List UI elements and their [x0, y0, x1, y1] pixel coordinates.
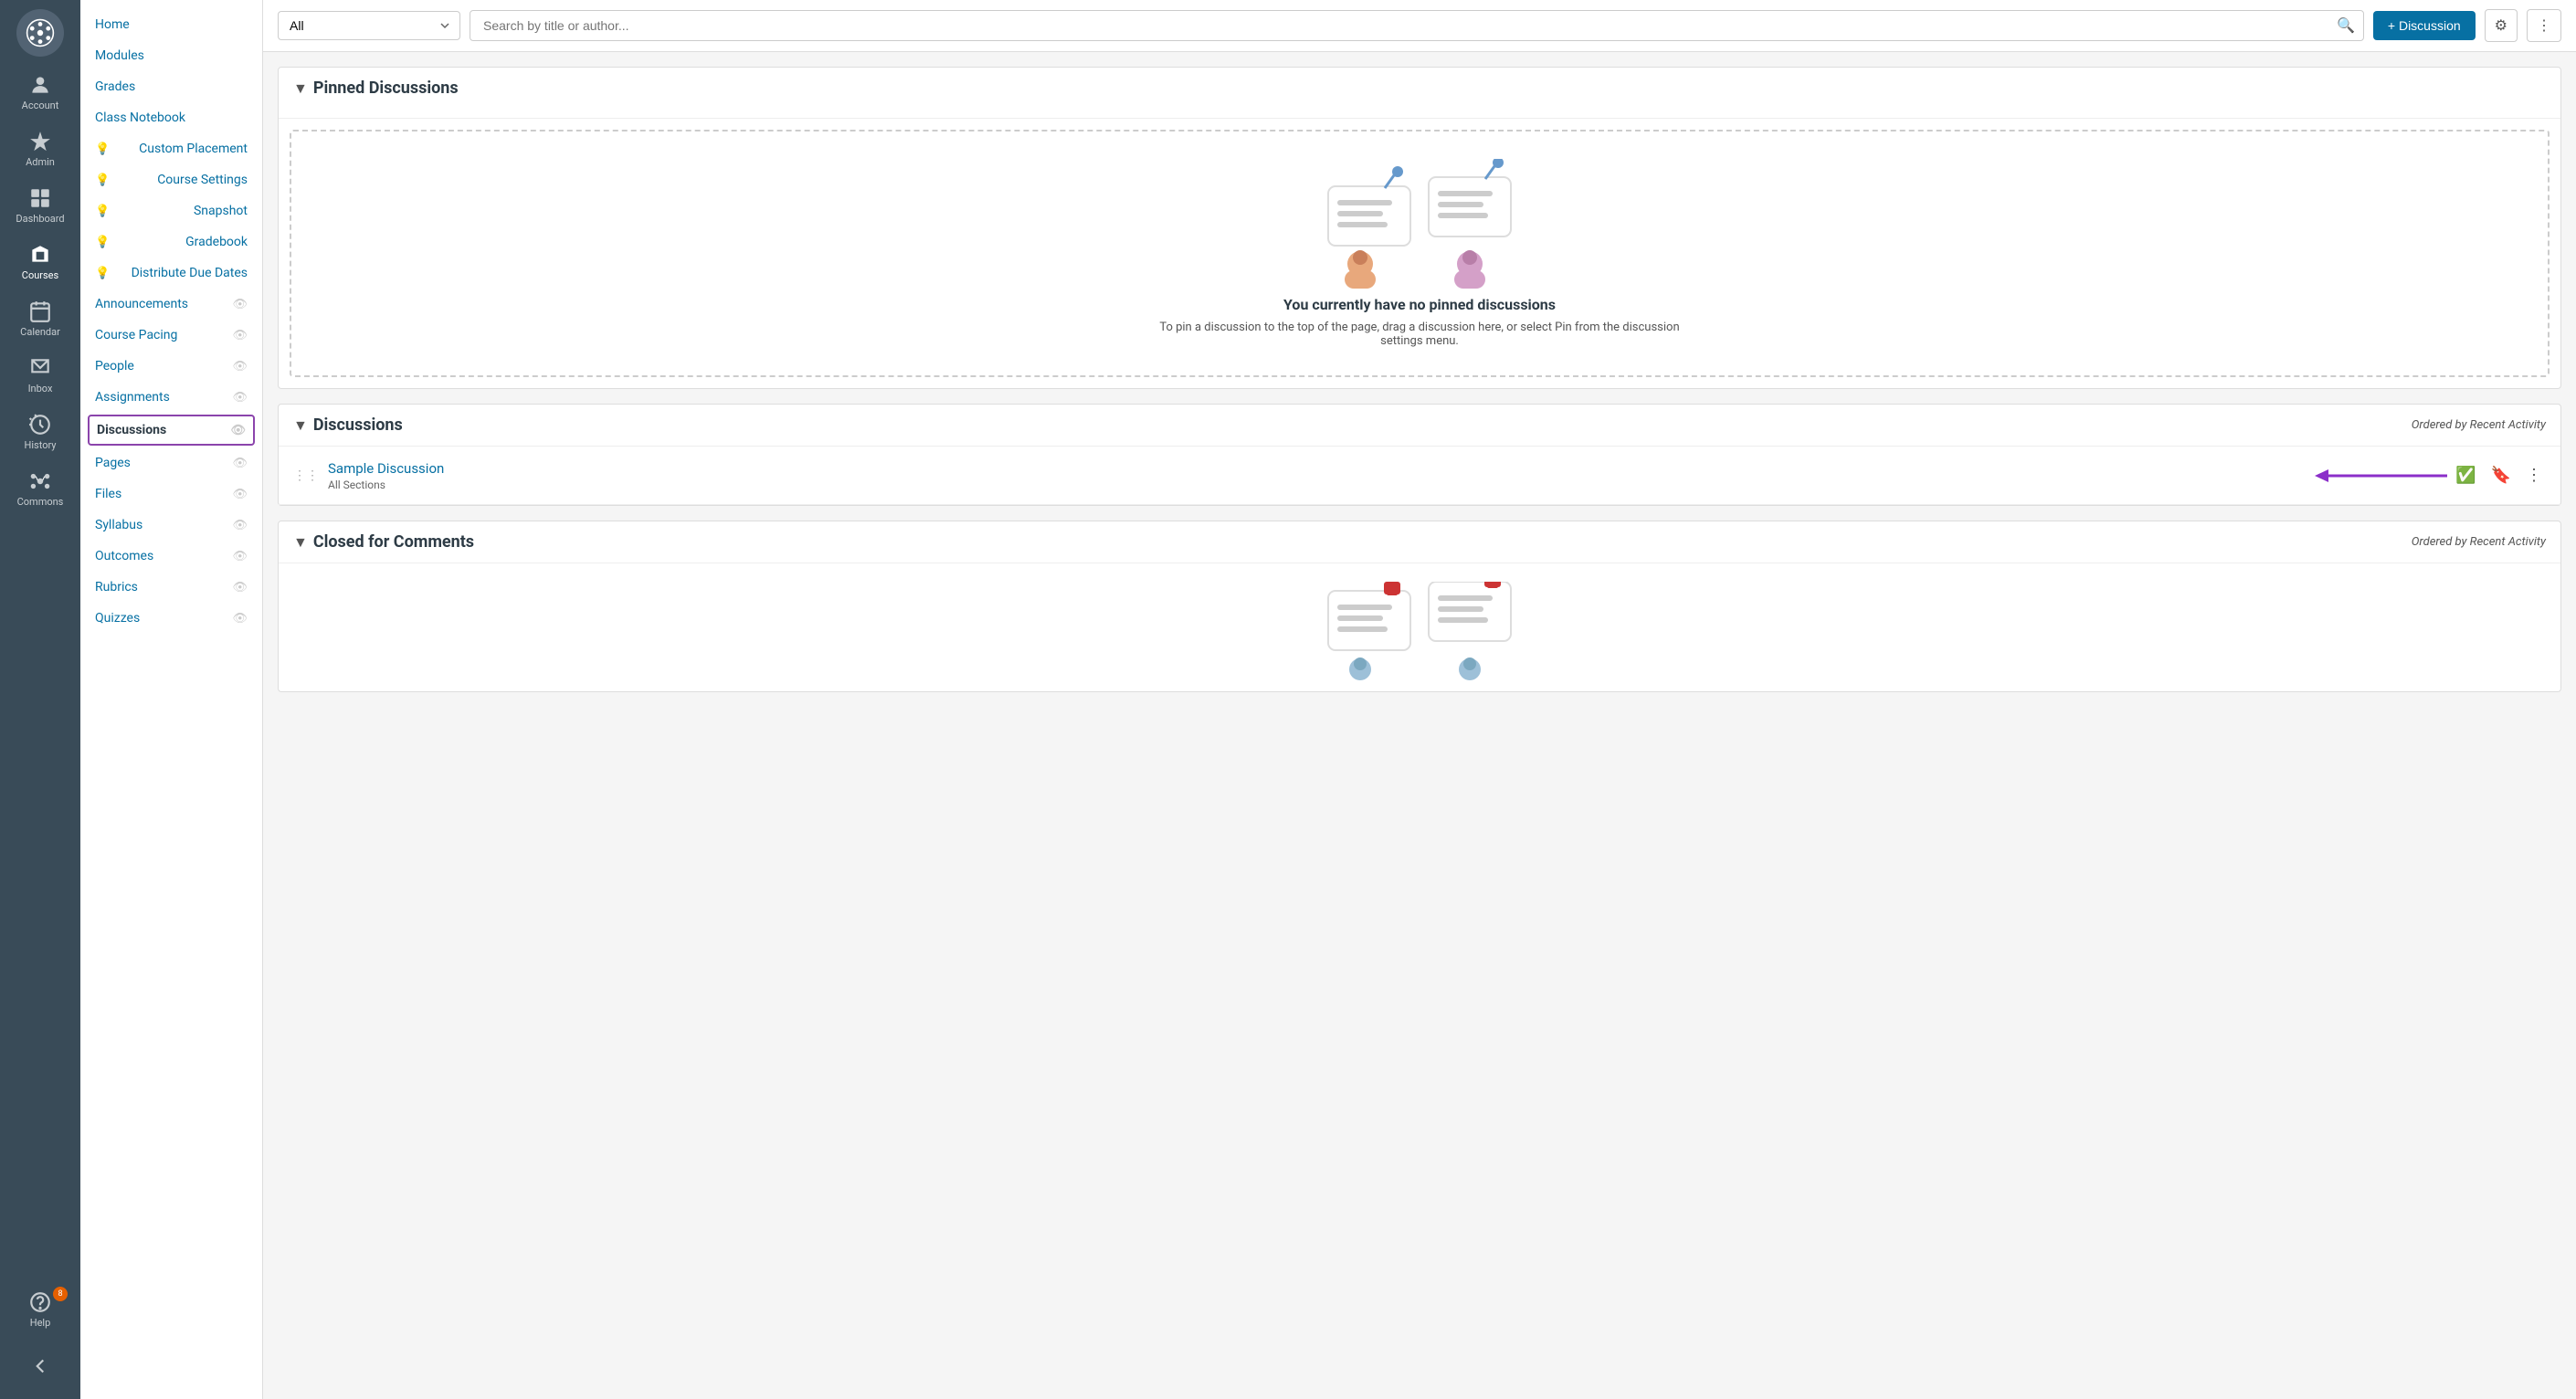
course-nav-snapshot[interactable]: 💡 Snapshot — [80, 195, 262, 226]
closed-section-header-inner: ▼ Closed for Comments — [293, 532, 474, 552]
discussion-title-link[interactable]: Sample Discussion — [328, 460, 444, 477]
discussions-toolbar: AllUnreadUngradedLockedUnpublished 🔍 + D… — [263, 0, 2576, 52]
course-nav-distribute-due-dates[interactable]: 💡 Distribute Due Dates — [80, 258, 262, 289]
global-nav-inbox-label: Inbox — [28, 383, 53, 394]
global-nav-inbox[interactable]: Inbox — [0, 347, 80, 404]
announcements-eye-icon: 👁 — [232, 298, 248, 311]
people-eye-icon: 👁 — [232, 360, 248, 373]
pinned-empty-text: To pin a discussion to the top of the pa… — [1145, 321, 1694, 348]
closed-for-comments-section: ▼ Closed for Comments Ordered by Recent … — [278, 521, 2561, 692]
course-nav-quizzes[interactable]: Quizzes 👁 — [80, 603, 262, 634]
global-nav: Account Admin Dashboard Courses Calendar… — [0, 0, 80, 1399]
discussions-chevron[interactable]: ▼ — [293, 416, 308, 435]
course-nav: Home Modules Grades Class Notebook 💡 Cus… — [80, 0, 263, 1399]
global-nav-courses[interactable]: Courses — [0, 234, 80, 290]
course-nav-gradebook[interactable]: 💡 Gradebook — [80, 226, 262, 258]
discussions-section: ▼ Discussions Ordered by Recent Activity… — [278, 404, 2561, 506]
search-container: 🔍 — [470, 10, 2364, 41]
outcomes-eye-icon: 👁 — [232, 550, 248, 563]
discussions-header: ▼ Discussions Ordered by Recent Activity — [279, 405, 2560, 447]
files-eye-icon: 👁 — [232, 488, 248, 501]
global-nav-commons-label: Commons — [17, 496, 64, 508]
course-pacing-eye-icon: 👁 — [232, 329, 248, 342]
global-nav-dashboard[interactable]: Dashboard — [0, 177, 80, 234]
search-input[interactable] — [470, 10, 2364, 41]
closed-chevron[interactable]: ▼ — [293, 533, 308, 552]
closed-title: Closed for Comments — [313, 532, 474, 552]
closed-illustration — [279, 563, 2560, 691]
discussion-info: Sample Discussion All Sections — [328, 459, 2306, 491]
course-nav-outcomes[interactable]: Outcomes 👁 — [80, 541, 262, 572]
main-content: AllUnreadUngradedLockedUnpublished 🔍 + D… — [263, 0, 2576, 1399]
course-nav-files[interactable]: Files 👁 — [80, 479, 262, 510]
course-nav-assignments[interactable]: Assignments 👁 — [80, 382, 262, 413]
pinned-empty-state: You currently have no pinned discussions… — [290, 130, 2550, 377]
assignments-eye-icon: 👁 — [232, 391, 248, 405]
more-options-button[interactable]: ⋮ — [2527, 9, 2561, 42]
pinned-section-header: ▼ Pinned Discussions — [293, 79, 459, 98]
discussion-arrow — [2306, 465, 2452, 487]
course-nav-modules[interactable]: Modules — [80, 40, 262, 71]
global-nav-calendar-label: Calendar — [20, 326, 60, 338]
global-nav-admin-label: Admin — [26, 156, 55, 168]
pages-eye-icon: 👁 — [232, 457, 248, 470]
discussions-ordered-by: Ordered by Recent Activity — [2412, 418, 2546, 432]
course-nav-custom-placement[interactable]: 💡 Custom Placement — [80, 133, 262, 164]
collapse-nav-button[interactable] — [0, 1345, 80, 1390]
global-nav-help-label: Help — [30, 1317, 51, 1329]
filter-select[interactable]: AllUnreadUngradedLockedUnpublished — [278, 11, 460, 40]
global-nav-account-label: Account — [22, 100, 59, 111]
table-row: ⋮⋮ Sample Discussion All Sections ✅ 🔖 ⋮ — [279, 447, 2560, 505]
course-nav-course-settings[interactable]: 💡 Course Settings — [80, 164, 262, 195]
global-nav-dashboard-label: Dashboard — [16, 213, 64, 225]
global-nav-commons[interactable]: Commons — [0, 460, 80, 517]
discussion-subtitle: All Sections — [328, 479, 2306, 491]
closed-svg-illustration — [1319, 582, 1520, 682]
pinned-discussions-section: ▼ Pinned Discussions — [278, 67, 2561, 389]
course-nav-people[interactable]: People 👁 — [80, 351, 262, 382]
closed-ordered-by: Ordered by Recent Activity — [2412, 535, 2546, 549]
global-nav-admin[interactable]: Admin — [0, 121, 80, 177]
discussions-title: Discussions — [313, 415, 403, 435]
course-nav-course-pacing[interactable]: Course Pacing 👁 — [80, 320, 262, 351]
quizzes-eye-icon: 👁 — [232, 612, 248, 626]
discussions-section-header-inner: ▼ Discussions — [293, 415, 403, 435]
pinned-empty-title: You currently have no pinned discussions — [1283, 296, 1556, 313]
bookmark-button[interactable]: 🔖 — [2487, 462, 2515, 489]
course-nav-class-notebook[interactable]: Class Notebook — [80, 102, 262, 133]
course-nav-syllabus[interactable]: Syllabus 👁 — [80, 510, 262, 541]
pinned-chevron[interactable]: ▼ — [293, 79, 308, 98]
course-nav-discussions[interactable]: Discussions 👁 — [88, 415, 255, 446]
global-nav-history-label: History — [25, 439, 57, 451]
global-nav-history[interactable]: History — [0, 404, 80, 460]
course-nav-pages[interactable]: Pages 👁 — [80, 447, 262, 479]
global-nav-calendar[interactable]: Calendar — [0, 290, 80, 347]
course-nav-home[interactable]: Home — [80, 9, 262, 40]
canvas-logo[interactable] — [16, 9, 64, 57]
discussions-eye-icon: 👁 — [230, 424, 246, 437]
course-nav-grades[interactable]: Grades — [80, 71, 262, 102]
search-button[interactable]: 🔍 — [2337, 16, 2355, 35]
pinned-illustration — [1319, 159, 1520, 296]
global-nav-account[interactable]: Account — [0, 64, 80, 121]
global-nav-courses-label: Courses — [22, 269, 58, 281]
course-nav-rubrics[interactable]: Rubrics 👁 — [80, 572, 262, 603]
pinned-title: Pinned Discussions — [313, 79, 459, 98]
global-nav-help[interactable]: 8 Help — [0, 1281, 80, 1338]
rubrics-eye-icon: 👁 — [232, 581, 248, 594]
help-badge: 8 — [53, 1287, 68, 1301]
discussion-actions: ✅ 🔖 ⋮ — [2452, 462, 2546, 489]
discussion-more-button[interactable]: ⋮ — [2522, 462, 2546, 489]
add-discussion-button[interactable]: + Discussion — [2373, 11, 2476, 40]
syllabus-eye-icon: 👁 — [232, 519, 248, 532]
drag-handle-icon[interactable]: ⋮⋮ — [293, 468, 319, 483]
pinned-header: ▼ Pinned Discussions — [279, 68, 2560, 119]
course-nav-announcements[interactable]: Announcements 👁 — [80, 289, 262, 320]
publish-check-button[interactable]: ✅ — [2452, 462, 2479, 489]
discussions-content: ▼ Pinned Discussions — [263, 52, 2576, 1399]
settings-button[interactable]: ⚙ — [2485, 9, 2518, 42]
closed-header: ▼ Closed for Comments Ordered by Recent … — [279, 521, 2560, 563]
